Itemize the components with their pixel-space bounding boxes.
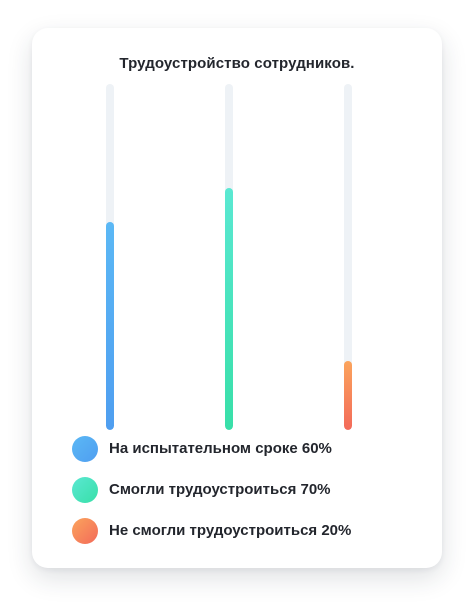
- legend-label-not-employed: Не смогли трудоустроиться 20%: [109, 522, 352, 539]
- legend-dot-not-employed: [72, 518, 98, 544]
- bar-track-probation: [106, 84, 114, 430]
- legend-dot-employed: [72, 477, 98, 503]
- bar-track-not-employed: [344, 84, 352, 430]
- bar-probation: [106, 222, 114, 430]
- legend-label-probation: На испытательном сроке 60%: [109, 440, 332, 457]
- chart-title: Трудоустройство сотрудников.: [119, 55, 355, 72]
- bar-employed: [225, 187, 233, 430]
- chart-card: Трудоустройство сотрудников. На испытате…: [32, 28, 442, 568]
- legend-label-employed: Смогли трудоустроиться 70%: [109, 481, 331, 498]
- bar-track-employed: [225, 84, 233, 430]
- legend-dot-probation: [72, 436, 98, 462]
- bar-not-employed: [344, 360, 352, 430]
